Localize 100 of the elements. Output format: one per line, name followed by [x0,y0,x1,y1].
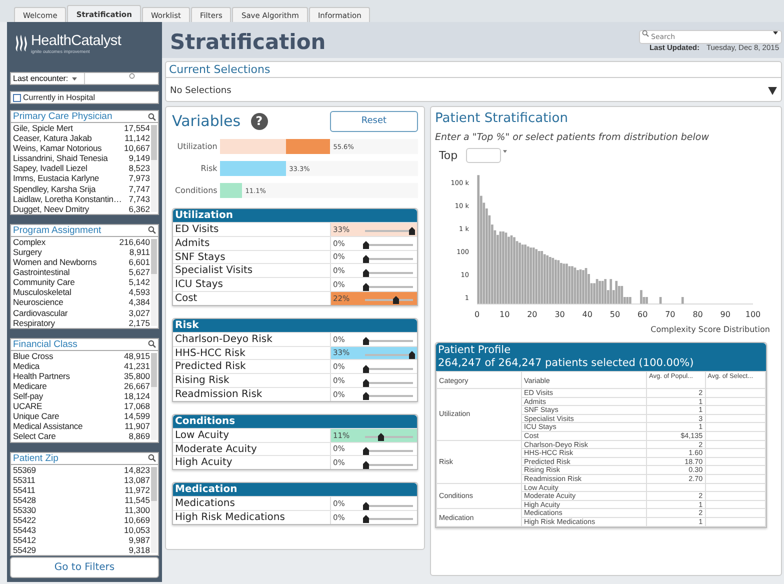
histogram-bar[interactable] [571,266,574,304]
histogram-bar[interactable] [524,244,526,304]
histogram-bar[interactable] [546,255,549,304]
list-item[interactable]: Musculoskeletal 4,593 [11,287,150,298]
histogram-bar[interactable] [557,260,560,304]
histogram-bar[interactable] [612,290,615,304]
list-item[interactable]: Medica 41,231 [11,360,150,371]
list-item[interactable]: Self-pay 18,124 [11,391,150,402]
list-item[interactable]: Community Care 5,142 [11,277,150,288]
slider-thumb[interactable] [363,460,369,469]
search-icon[interactable] [148,454,156,462]
list-item[interactable]: 55422 10,669 [11,515,150,526]
list-item[interactable]: UCARE 17,068 [11,401,150,412]
list-item[interactable]: 55429 9,318 [11,545,150,556]
histogram-bar[interactable] [513,237,516,304]
list-item[interactable]: Medical Assistance 11,907 [11,421,150,432]
slider-thumb[interactable] [363,268,369,277]
histogram-bar[interactable] [510,235,513,304]
slider-thumb[interactable] [409,227,415,236]
histogram-bar[interactable] [543,254,546,304]
list-item[interactable]: Weins, Kamar Notorious 10,667 [11,143,150,154]
scrollbar[interactable] [151,466,157,554]
histogram-bar[interactable] [588,274,590,304]
list-item[interactable]: Medicare 26,667 [11,380,150,392]
search-icon[interactable] [148,226,156,234]
histogram-bar[interactable] [593,283,596,304]
slider-thumb[interactable] [363,254,369,263]
slider-thumb[interactable] [409,350,415,359]
list-item[interactable]: Spendley, Karsha Srija 7,747 [11,184,150,194]
scrollbar[interactable] [151,352,157,440]
slider-thumb[interactable] [363,378,369,387]
histogram-bar[interactable] [646,297,648,304]
histogram-bar[interactable] [596,279,598,304]
list-item[interactable]: Respiratory 2,175 [11,318,150,328]
list-item[interactable]: Surgery 8,911 [11,246,150,258]
histogram-bar[interactable] [552,258,554,304]
histogram-bar[interactable] [615,280,618,304]
list-item[interactable]: Cardiovascular 3,027 [11,308,150,318]
histogram-bar[interactable] [477,175,480,304]
list-item[interactable]: Select Care 8,869 [11,431,150,442]
histogram-bar[interactable] [601,280,604,304]
slider-thumb[interactable] [363,502,369,510]
slider-thumb[interactable] [378,433,384,442]
list-item[interactable]: 55330 11,300 [11,504,150,515]
histogram-bar[interactable] [606,290,610,304]
histogram-bar[interactable] [623,297,626,304]
search-icon[interactable] [148,112,156,120]
list-item[interactable]: 55412 9,987 [11,535,150,546]
list-item[interactable]: Ceaser, Katura Jakab 11,142 [11,133,150,144]
list-item[interactable]: Sapey, Ivadell Liezel 8,523 [11,163,150,174]
list-item[interactable]: Complex 216,640 [11,236,150,247]
histogram-bar[interactable] [620,286,624,304]
slider-thumb[interactable] [363,392,369,400]
slider-thumb[interactable] [363,364,369,373]
histogram-bar[interactable] [488,215,491,304]
histogram-bar[interactable] [516,241,518,304]
list-item[interactable]: Unique Care 14,599 [11,411,150,422]
triangle-down-icon[interactable] [768,86,777,94]
slider-thumb[interactable] [363,515,369,524]
caret-icon[interactable] [502,150,507,153]
histogram-bar[interactable] [518,242,521,304]
histogram-bar[interactable] [560,262,562,304]
histogram-bar[interactable] [554,260,557,304]
histogram-bar[interactable] [480,196,482,304]
histogram-bar[interactable] [566,264,568,304]
histogram-bar[interactable] [526,246,530,304]
slider-thumb[interactable] [363,446,369,455]
histogram-bar[interactable] [659,297,662,304]
list-item[interactable]: 55411 11,972 [11,484,150,495]
histogram-bar[interactable] [610,279,612,304]
list-item[interactable]: Women and Newborns 6,601 [11,257,150,268]
list-item[interactable]: Dugget, Neev Dmitry 6,362 [11,204,150,214]
list-item[interactable]: 55369 14,823 [11,464,150,475]
histogram-bar[interactable] [590,283,593,304]
scrollbar[interactable] [151,238,157,326]
histogram-bar[interactable] [521,244,524,304]
go-to-filters-button[interactable]: Go to Filters [10,557,159,578]
histogram-bar[interactable] [562,264,566,304]
histogram-bar[interactable] [504,232,508,304]
histogram-bar[interactable] [494,230,496,304]
list-item[interactable]: Laidlaw, Loretha Konstantin… 7,743 [11,194,150,204]
list-item[interactable]: 55443 10,053 [11,525,150,536]
list-item[interactable]: Lissandrini, Shaid Tenesia 9,149 [11,153,150,164]
list-item[interactable]: Imms, Eustacia Karlyne 7,973 [11,173,150,184]
histogram-bar[interactable] [640,290,642,304]
list-item[interactable]: Blue Cross 48,915 [11,350,150,361]
list-item[interactable]: Gile, Spicle Mert 17,554 [11,123,150,134]
slider-thumb[interactable] [393,296,400,304]
histogram-bar[interactable] [574,268,576,304]
list-item[interactable]: Gastrointestinal 5,627 [11,267,150,278]
histogram-bar[interactable] [642,297,646,304]
slider-thumb[interactable] [363,337,369,346]
slider-thumb[interactable] [363,241,369,250]
histogram-bar[interactable] [491,224,494,304]
histogram-bar[interactable] [532,248,535,304]
list-item[interactable]: Neuroscience 4,384 [11,297,150,308]
slider-thumb[interactable] [363,282,369,291]
histogram-bar[interactable] [496,234,499,304]
histogram-bar[interactable] [579,269,582,304]
checkbox[interactable] [13,94,21,102]
